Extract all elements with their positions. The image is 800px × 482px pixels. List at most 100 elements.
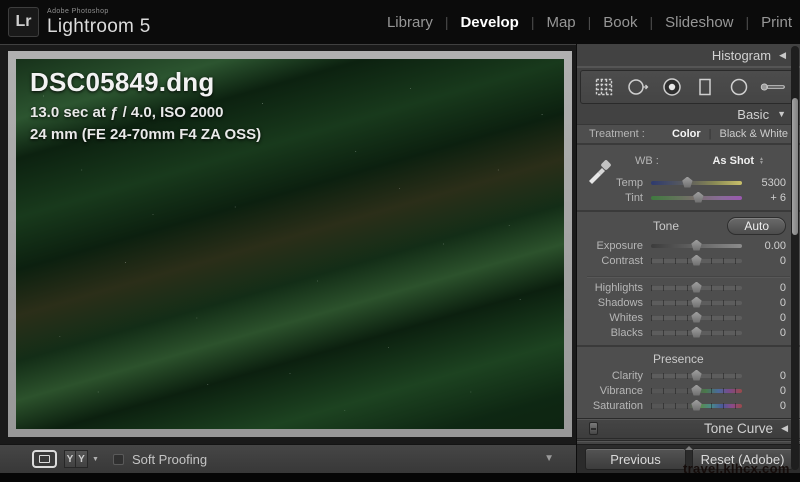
spot-removal-tool[interactable]	[625, 74, 651, 100]
right-panel: Histogram ◀ Basic ▼ Treatment: Color | …	[576, 44, 800, 476]
clarity-slider[interactable]	[651, 369, 742, 381]
lightroom-window: Lr Adobe Photoshop Lightroom 5 Library |…	[0, 0, 800, 482]
photo-filename: DSC05849.dng	[30, 67, 215, 97]
previous-button[interactable]: Previous	[585, 448, 686, 470]
contrast-slider-thumb[interactable]	[691, 254, 702, 266]
radial-filter-tool[interactable]	[726, 74, 752, 100]
vibrance-slider-thumb[interactable]	[691, 384, 702, 396]
shadows-label: Shadows	[597, 296, 643, 309]
histogram-title: Histogram	[711, 47, 772, 63]
scrollbar-thumb[interactable]	[792, 98, 798, 235]
before-after-left-button[interactable]: Y	[64, 450, 76, 468]
saturation-slider-row: Saturation 0	[577, 398, 800, 413]
contrast-slider[interactable]	[651, 254, 742, 266]
bottom-edge	[0, 473, 800, 482]
shadows-slider-row: Shadows 0	[577, 295, 800, 310]
basic-title: Basic	[737, 106, 770, 122]
blacks-value: 0	[779, 326, 786, 339]
histogram-panel-header[interactable]: Histogram ◀	[577, 44, 800, 68]
soft-proofing-label: Soft Proofing	[131, 451, 208, 467]
before-after-dropdown-icon[interactable]: ▼	[92, 456, 99, 463]
highlights-label: Highlights	[594, 281, 643, 294]
treatment-label: Treatment :	[589, 128, 645, 140]
vibrance-slider-row: Vibrance 0	[577, 383, 800, 398]
before-after-buttons: Y Y	[64, 450, 88, 468]
expanded-arrow-icon: ▼	[777, 109, 786, 119]
treatment-row: Treatment : Color | Black & White	[577, 125, 800, 145]
toolbar-options-arrow-icon[interactable]: ▼	[544, 453, 554, 464]
top-bar: Lr Adobe Photoshop Lightroom 5 Library |…	[0, 0, 800, 44]
tint-slider[interactable]	[651, 191, 742, 203]
whites-label: Whites	[609, 311, 643, 324]
red-eye-tool[interactable]	[659, 74, 685, 100]
soft-proofing-checkbox[interactable]	[112, 453, 124, 465]
module-slideshow[interactable]: Slideshow	[663, 10, 735, 35]
vibrance-label: Vibrance	[599, 384, 643, 397]
wb-eyedropper-icon[interactable]	[585, 155, 615, 185]
exposure-slider-row: Exposure 0.00	[577, 238, 800, 253]
before-after-right-button[interactable]: Y	[76, 450, 88, 468]
saturation-slider[interactable]	[651, 399, 742, 411]
aurora-photo[interactable]: DSC05849.dng 13.0 sec at ƒ / 4.0, ISO 20…	[16, 59, 564, 429]
saturation-slider-thumb[interactable]	[691, 399, 702, 411]
tone-curve-toggle-icon[interactable]	[589, 422, 598, 435]
shadows-slider-thumb[interactable]	[691, 296, 702, 308]
graduated-filter-icon	[699, 78, 712, 96]
treatment-bw-option[interactable]: Black & White	[720, 128, 788, 140]
clarity-label: Clarity	[611, 369, 643, 382]
graduated-filter-tool[interactable]	[692, 74, 718, 100]
blacks-label: Blacks	[610, 326, 643, 339]
wb-preset-select[interactable]: As Shot	[712, 155, 754, 167]
temp-slider[interactable]	[651, 176, 742, 188]
clarity-slider-thumb[interactable]	[691, 369, 702, 381]
highlights-slider-thumb[interactable]	[691, 281, 702, 293]
tone-curve-panel-header[interactable]: Tone Curve ◀	[577, 418, 800, 439]
shadows-slider[interactable]	[651, 296, 742, 308]
logo-text: Lr	[15, 13, 32, 30]
vibrance-slider[interactable]	[651, 384, 742, 396]
presence-block: Presence Clarity 0 Vibrance 0 Saturation	[577, 347, 800, 418]
basic-panel-body: Treatment : Color | Black & White WB: A…	[577, 124, 800, 418]
auto-tone-button[interactable]: Auto	[727, 217, 786, 235]
module-library[interactable]: Library	[385, 10, 435, 35]
main-area: DSC05849.dng 13.0 sec at ƒ / 4.0, ISO 20…	[0, 44, 576, 473]
module-book[interactable]: Book	[601, 10, 639, 35]
contrast-label: Contrast	[601, 254, 643, 267]
tint-label: Tint	[625, 191, 643, 204]
wb-row: WB : As Shot ▲ ▼	[635, 151, 764, 171]
whites-slider-thumb[interactable]	[691, 311, 702, 323]
module-develop[interactable]: Develop	[458, 10, 520, 35]
whites-value: 0	[779, 311, 786, 324]
brand-name-text: Lightroom 5	[47, 16, 151, 37]
blacks-slider[interactable]	[651, 326, 742, 338]
watermark-text: travel.klhcx.com	[683, 461, 790, 476]
panel-scrollbar[interactable]	[791, 46, 799, 470]
module-map[interactable]: Map	[544, 10, 577, 35]
photo-lens-info: 24 mm (FE 24-70mm F4 ZA OSS)	[30, 125, 262, 143]
adjustment-brush-tool[interactable]	[760, 74, 786, 100]
whites-slider[interactable]	[651, 311, 742, 323]
content-area: DSC05849.dng 13.0 sec at ƒ / 4.0, ISO 20…	[0, 44, 800, 476]
tone-divider	[587, 271, 790, 277]
bottom-toolbar: Y Y ▼ Soft Proofing ▼	[0, 444, 576, 473]
tint-slider-thumb[interactable]	[693, 191, 704, 203]
treatment-color-option[interactable]: Color	[672, 128, 701, 140]
vibrance-value: 0	[779, 384, 786, 397]
module-picker: Library | Develop | Map | Book | Slidesh…	[385, 10, 794, 35]
temp-slider-thumb[interactable]	[682, 176, 693, 188]
blacks-slider-row: Blacks 0	[577, 325, 800, 340]
basic-panel-header[interactable]: Basic ▼	[577, 104, 800, 124]
loupe-view-button[interactable]	[32, 450, 57, 468]
module-print[interactable]: Print	[759, 10, 794, 35]
tool-strip	[580, 70, 797, 104]
exposure-slider[interactable]	[651, 239, 742, 251]
module-separator: |	[444, 14, 449, 30]
wb-spinner-icon[interactable]: ▲ ▼	[759, 157, 764, 166]
crop-overlay-tool[interactable]	[591, 74, 617, 100]
exposure-slider-thumb[interactable]	[691, 239, 702, 251]
brand-small-text: Adobe Photoshop	[47, 8, 109, 15]
red-eye-icon	[662, 78, 681, 96]
blacks-slider-thumb[interactable]	[691, 326, 702, 338]
whites-slider-row: Whites 0	[577, 310, 800, 325]
highlights-slider[interactable]	[651, 281, 742, 293]
